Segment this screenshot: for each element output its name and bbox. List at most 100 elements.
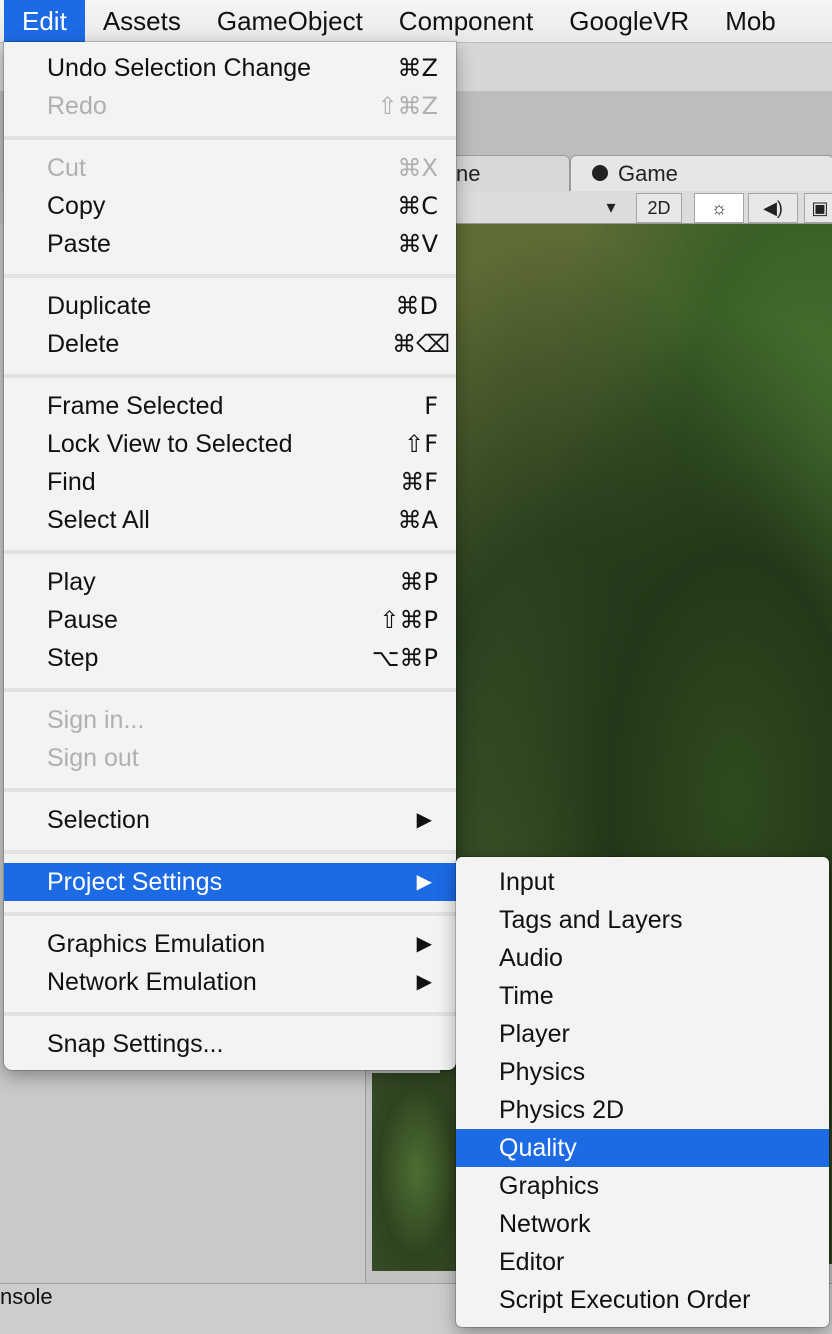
menu-item-shortcut: ⌘X bbox=[397, 154, 438, 182]
submenu-item-time[interactable]: Time bbox=[456, 977, 829, 1015]
menu-item-duplicate[interactable]: Duplicate ⌘D bbox=[4, 287, 456, 325]
tab-game-label: Game bbox=[618, 161, 678, 186]
submenu-item-label: Physics 2D bbox=[499, 1096, 625, 1124]
submenu-item-label: Time bbox=[499, 982, 554, 1010]
lighting-sun-icon[interactable]: ☼ bbox=[694, 193, 744, 223]
menu-item-label: Step bbox=[47, 644, 99, 672]
menu-item-label: Pause bbox=[47, 606, 118, 634]
menu-item-shortcut: ⌘Z bbox=[397, 54, 438, 82]
lower-viewport bbox=[372, 1073, 462, 1271]
menu-item-copy[interactable]: Copy ⌘C bbox=[4, 187, 456, 225]
menu-item-project-settings[interactable]: Project Settings ▶ bbox=[4, 863, 456, 901]
menu-item-shortcut: ⌘A bbox=[397, 506, 438, 534]
menu-item-pause[interactable]: Pause ⇧⌘P bbox=[4, 601, 456, 639]
submenu-item-script-execution-order[interactable]: Script Execution Order bbox=[456, 1281, 829, 1319]
menu-separator bbox=[4, 374, 456, 378]
menu-item-label: Lock View to Selected bbox=[47, 430, 293, 458]
menu-item-find[interactable]: Find ⌘F bbox=[4, 463, 456, 501]
menu-item-shortcut: ⇧⌘Z bbox=[377, 92, 438, 120]
menu-item-shortcut: ⌘V bbox=[397, 230, 438, 258]
menu-item-label: Paste bbox=[47, 230, 111, 258]
submenu-item-quality[interactable]: Quality bbox=[456, 1129, 829, 1167]
game-pacman-icon bbox=[592, 165, 608, 181]
submenu-item-input[interactable]: Input bbox=[456, 863, 829, 901]
submenu-arrow-icon: ▶ bbox=[416, 933, 432, 955]
menu-item-label: Selection bbox=[47, 806, 150, 834]
menu-separator bbox=[4, 136, 456, 140]
menu-item-step[interactable]: Step ⌥⌘P bbox=[4, 639, 456, 677]
submenu-item-label: Player bbox=[499, 1020, 570, 1048]
submenu-item-label: Audio bbox=[499, 944, 563, 972]
menu-item-shortcut: ⌘D bbox=[395, 292, 438, 320]
menu-item-paste[interactable]: Paste ⌘V bbox=[4, 225, 456, 263]
menu-separator bbox=[4, 912, 456, 916]
submenu-item-physics-2d[interactable]: Physics 2D bbox=[456, 1091, 829, 1129]
edit-menu: Undo Selection Change ⌘Z Redo ⇧⌘Z Cut ⌘X… bbox=[4, 42, 456, 1070]
submenu-item-player[interactable]: Player bbox=[456, 1015, 829, 1053]
submenu-item-graphics[interactable]: Graphics bbox=[456, 1167, 829, 1205]
menu-item-label: Delete bbox=[47, 330, 120, 358]
menu-item-shortcut: ⌘C bbox=[397, 192, 438, 220]
submenu-item-label: Graphics bbox=[499, 1172, 600, 1200]
menu-edit[interactable]: Edit bbox=[4, 0, 85, 42]
menu-item-select-all[interactable]: Select All ⌘A bbox=[4, 501, 456, 539]
menu-item-graphics-emulation[interactable]: Graphics Emulation ▶ bbox=[4, 925, 456, 963]
menu-item-label: Copy bbox=[47, 192, 106, 220]
menu-item-sign-out: Sign out bbox=[4, 739, 456, 777]
tab-game[interactable] bbox=[570, 155, 832, 194]
menu-item-undo[interactable]: Undo Selection Change ⌘Z bbox=[4, 49, 456, 87]
menu-assets[interactable]: Assets bbox=[85, 0, 199, 42]
submenu-item-network[interactable]: Network bbox=[456, 1205, 829, 1243]
menu-separator bbox=[4, 850, 456, 854]
menu-item-frame-selected[interactable]: Frame Selected F bbox=[4, 387, 456, 425]
menu-item-label: Snap Settings... bbox=[47, 1030, 224, 1058]
menu-googlevr[interactable]: GoogleVR bbox=[551, 0, 707, 42]
menu-item-label: Sign in... bbox=[47, 706, 145, 734]
menu-item-cut: Cut ⌘X bbox=[4, 149, 456, 187]
menu-bar: Edit Assets GameObject Component GoogleV… bbox=[0, 0, 832, 43]
menu-item-label: Find bbox=[47, 468, 96, 496]
submenu-item-physics[interactable]: Physics bbox=[456, 1053, 829, 1091]
menu-gameobject[interactable]: GameObject bbox=[199, 0, 381, 42]
project-settings-submenu: Input Tags and Layers Audio Time Player … bbox=[456, 857, 829, 1327]
submenu-item-label: Input bbox=[499, 868, 555, 896]
2d-toggle-button[interactable]: 2D bbox=[636, 193, 682, 223]
menu-component[interactable]: Component bbox=[381, 0, 551, 42]
menu-item-shortcut: F bbox=[424, 392, 438, 420]
submenu-arrow-icon: ▶ bbox=[416, 871, 432, 893]
effects-image-icon[interactable]: ▣ bbox=[804, 193, 832, 223]
audio-speaker-icon[interactable]: ◀) bbox=[748, 193, 798, 223]
menu-separator bbox=[4, 274, 456, 278]
submenu-item-label: Tags and Layers bbox=[499, 906, 683, 934]
menu-separator bbox=[4, 788, 456, 792]
menu-item-snap-settings[interactable]: Snap Settings... bbox=[4, 1025, 456, 1063]
menu-item-shortcut: ⌘F bbox=[400, 468, 438, 496]
menu-item-network-emulation[interactable]: Network Emulation ▶ bbox=[4, 963, 456, 1001]
menu-item-label: Redo bbox=[47, 92, 107, 120]
submenu-item-tags-and-layers[interactable]: Tags and Layers bbox=[456, 901, 829, 939]
submenu-item-editor[interactable]: Editor bbox=[456, 1243, 829, 1281]
submenu-item-label: Quality bbox=[499, 1134, 577, 1162]
menu-item-redo: Redo ⇧⌘Z bbox=[4, 87, 456, 125]
dropdown-arrow-icon[interactable]: ▾ bbox=[600, 193, 622, 221]
menu-item-label: Project Settings bbox=[47, 868, 223, 896]
menu-item-selection[interactable]: Selection ▶ bbox=[4, 801, 456, 839]
menu-mobile-truncated[interactable]: Mob bbox=[707, 0, 794, 42]
menu-item-shortcut: ⌥⌘P bbox=[371, 644, 438, 672]
menu-item-lock-view[interactable]: Lock View to Selected ⇧F bbox=[4, 425, 456, 463]
submenu-arrow-icon: ▶ bbox=[416, 809, 432, 831]
submenu-item-audio[interactable]: Audio bbox=[456, 939, 829, 977]
menu-separator bbox=[4, 550, 456, 554]
menu-item-label: Network Emulation bbox=[47, 968, 257, 996]
menu-item-delete[interactable]: Delete ⌘⌫ bbox=[4, 325, 456, 363]
menu-item-sign-in: Sign in... bbox=[4, 701, 456, 739]
console-tab-label[interactable]: nsole bbox=[0, 1285, 53, 1309]
submenu-item-label: Network bbox=[499, 1210, 591, 1238]
menu-item-shortcut: ⌘P bbox=[399, 568, 438, 596]
menu-separator bbox=[4, 688, 456, 692]
submenu-arrow-icon: ▶ bbox=[416, 971, 432, 993]
menu-item-shortcut: ⇧F bbox=[404, 430, 438, 458]
menu-item-label: Frame Selected bbox=[47, 392, 224, 420]
menu-item-play[interactable]: Play ⌘P bbox=[4, 563, 456, 601]
menu-separator bbox=[4, 1012, 456, 1016]
